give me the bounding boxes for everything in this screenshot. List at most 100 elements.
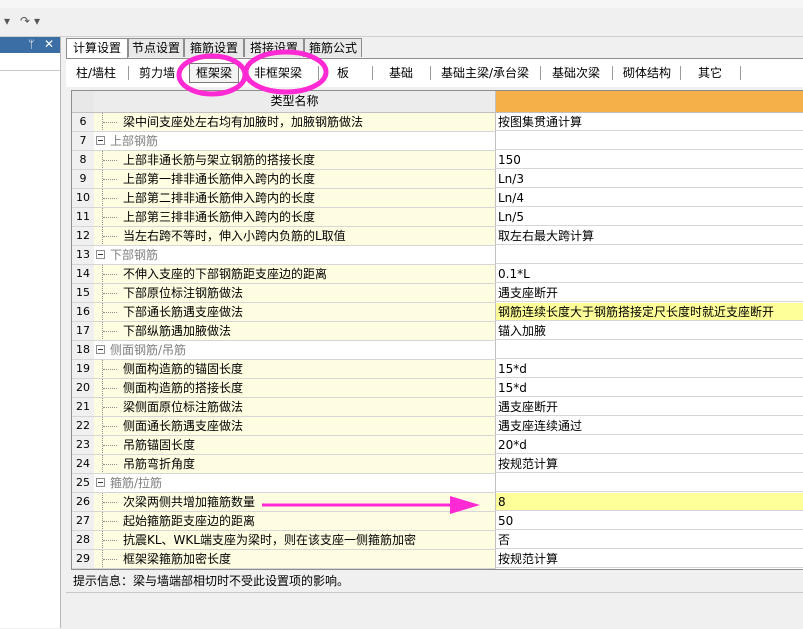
setting-value-cell[interactable]: Ln/5	[496, 208, 803, 226]
setting-name-cell: 次梁两侧共增加箍筋数量	[94, 493, 496, 512]
header-type-name: 类型名称	[94, 91, 496, 113]
setting-name: 吊筋弯折角度	[123, 457, 196, 471]
redo-icon[interactable]: ↷	[20, 14, 30, 28]
setting-name: 当左右跨不等时，伸入小跨内负筋的L取值	[123, 229, 346, 243]
row-number: 24	[72, 455, 95, 474]
table-row[interactable]: 24 吊筋弯折角度 按规范计算	[72, 455, 803, 474]
setting-value-cell[interactable]: 按规范计算	[496, 550, 803, 568]
tree-branch	[103, 502, 117, 504]
subtab-frame-beam[interactable]: 框架梁	[189, 63, 239, 83]
collapse-icon[interactable]	[96, 136, 105, 145]
pin-icon[interactable]: ᛘ	[28, 38, 35, 51]
table-row[interactable]: 6 梁中间支座处左右均有加腋时，加腋钢筋做法 按图集贯通计算	[72, 113, 803, 132]
row-number: 19	[72, 360, 95, 379]
setting-value-cell[interactable]: 钢筋连续长度大于钢筋搭接定尺长度时就近支座断开	[496, 303, 803, 321]
table-row[interactable]: 29 框架梁箍筋加密长度 按规范计算	[72, 550, 803, 569]
group-row[interactable]: 7 上部钢筋	[72, 132, 803, 151]
table-row[interactable]: 19 侧面构造筋的锚固长度 15*d	[72, 360, 803, 379]
tab-node-settings[interactable]: 节点设置	[128, 38, 184, 57]
subtab-masonry[interactable]: 砌体结构	[618, 64, 676, 82]
subtab-non-frame-beam[interactable]: 非框架梁	[248, 64, 308, 82]
table-row[interactable]: 14 不伸入支座的下部钢筋距支座边的距离 0.1*L	[72, 265, 803, 284]
subtab-other[interactable]: 其它	[686, 64, 734, 82]
subtab-column[interactable]: 柱/墙柱	[70, 64, 122, 82]
group-row[interactable]: 18 侧面钢筋/吊筋	[72, 341, 803, 360]
hint-text: 提示信息：梁与墙端部相切时不受此设置项的影响。	[73, 574, 350, 588]
redo-dropdown-icon[interactable]: ▾	[34, 14, 40, 28]
table-row[interactable]: 26 次梁两侧共增加箍筋数量 8	[72, 493, 803, 512]
close-icon[interactable]: ✕	[44, 37, 54, 51]
setting-value-cell[interactable]: 15*d	[496, 360, 803, 378]
collapse-icon[interactable]	[96, 345, 105, 354]
group-row[interactable]: 25 箍筋/拉筋	[72, 474, 803, 493]
table-row[interactable]: 8 上部非通长筋与架立钢筋的搭接长度 150	[72, 151, 803, 170]
table-row[interactable]: 10 上部第二排非通长筋伸入跨内的长度 Ln/4	[72, 189, 803, 208]
setting-value-cell[interactable]: 8	[496, 493, 803, 511]
setting-value-cell[interactable]: 锚入加腋	[496, 322, 803, 340]
table-row[interactable]: 9 上部第一排非通长筋伸入跨内的长度 Ln/3	[72, 170, 803, 189]
undo-dropdown-icon[interactable]: ▾	[4, 14, 10, 28]
setting-value-cell[interactable]: 20*d	[496, 436, 803, 454]
setting-value-cell[interactable]: 遇支座断开	[496, 398, 803, 416]
tree-branch	[103, 369, 117, 371]
setting-value-cell[interactable]: 0.1*L	[496, 265, 803, 283]
setting-name: 吊筋锚固长度	[123, 438, 196, 452]
tree-branch	[103, 445, 117, 447]
tab-lap-settings[interactable]: 搭接设置	[244, 38, 304, 57]
tree-branch	[103, 179, 117, 181]
group-label: 上部钢筋	[110, 134, 159, 148]
setting-name-cell: 框架梁箍筋加密长度	[94, 550, 496, 569]
setting-name-cell: 当左右跨不等时，伸入小跨内负筋的L取值	[94, 227, 496, 246]
setting-value-cell[interactable]: 遇支座断开	[496, 284, 803, 302]
collapse-icon[interactable]	[96, 478, 105, 487]
setting-value-cell[interactable]: 15*d	[496, 379, 803, 397]
setting-value-cell[interactable]: 遇支座连续通过	[496, 417, 803, 435]
setting-value-cell[interactable]: 按图集贯通计算	[496, 113, 803, 131]
setting-value-cell[interactable]: 否	[496, 531, 803, 549]
table-row[interactable]: 23 吊筋锚固长度 20*d	[72, 436, 803, 455]
table-row[interactable]: 27 起始箍筋距支座边的距离 50	[72, 512, 803, 531]
setting-name-cell: 下部通长筋遇支座做法	[94, 303, 496, 322]
setting-value-cell[interactable]: Ln/3	[496, 170, 803, 188]
table-row[interactable]: 16 下部通长筋遇支座做法 钢筋连续长度大于钢筋搭接定尺长度时就近支座断开	[72, 303, 803, 322]
table-row[interactable]: 28 抗震KL、WKL端支座为梁时，则在该支座一侧箍筋加密 否	[72, 531, 803, 550]
table-row[interactable]: 22 侧面通长筋遇支座做法 遇支座连续通过	[72, 417, 803, 436]
subtab-shear-wall[interactable]: 剪力墙	[132, 64, 182, 82]
setting-value-cell[interactable]: Ln/4	[496, 189, 803, 207]
subtab-foundation-secondary-beam[interactable]: 基础次梁	[546, 64, 606, 82]
setting-name-cell: 不伸入支座的下部钢筋距支座边的距离	[94, 265, 496, 284]
row-number: 6	[72, 113, 95, 132]
tab-stirrup-settings[interactable]: 箍筋设置	[184, 38, 244, 57]
subtab-slab[interactable]: 板	[326, 64, 360, 82]
row-number: 28	[72, 531, 95, 550]
setting-value-cell[interactable]: 按规范计算	[496, 455, 803, 473]
setting-value-cell[interactable]: 50	[496, 512, 803, 530]
table-row[interactable]: 17 下部纵筋遇加腋做法 锚入加腋	[72, 322, 803, 341]
status-area	[66, 592, 803, 629]
collapse-icon[interactable]	[96, 250, 105, 259]
setting-value-cell	[496, 132, 803, 150]
setting-name: 次梁两侧共增加箍筋数量	[123, 495, 256, 509]
subtab-foundation[interactable]: 基础	[380, 64, 422, 82]
tab-stirrup-formula[interactable]: 箍筋公式	[304, 38, 362, 57]
group-row[interactable]: 13 下部钢筋	[72, 246, 803, 265]
table-row[interactable]: 15 下部原位标注钢筋做法 遇支座断开	[72, 284, 803, 303]
left-panel-titlebar: ᛘ ✕	[0, 37, 60, 53]
table-row[interactable]: 21 梁侧面原位标注筋做法 遇支座断开	[72, 398, 803, 417]
table-row[interactable]: 20 侧面构造筋的搭接长度 15*d	[72, 379, 803, 398]
setting-value-cell[interactable]: 150	[496, 151, 803, 169]
group-label: 下部钢筋	[110, 248, 159, 262]
setting-value-cell[interactable]: 取左右最大跨计算	[496, 227, 803, 245]
left-panel: ᛘ ✕	[0, 37, 61, 628]
subtab-foundation-main-beam[interactable]: 基础主梁/承台梁	[436, 64, 534, 82]
setting-value-cell	[496, 246, 803, 264]
row-number: 10	[72, 189, 95, 208]
tab-calc-settings[interactable]: 计算设置	[66, 38, 128, 59]
row-number: 27	[72, 512, 95, 531]
tree-branch	[103, 198, 117, 200]
setting-name-cell: 侧面通长筋遇支座做法	[94, 417, 496, 436]
setting-value-cell	[496, 474, 803, 492]
table-row[interactable]: 12 当左右跨不等时，伸入小跨内负筋的L取值 取左右最大跨计算	[72, 227, 803, 246]
tree-branch	[103, 540, 117, 542]
table-row[interactable]: 11 上部第三排非通长筋伸入跨内的长度 Ln/5	[72, 208, 803, 227]
